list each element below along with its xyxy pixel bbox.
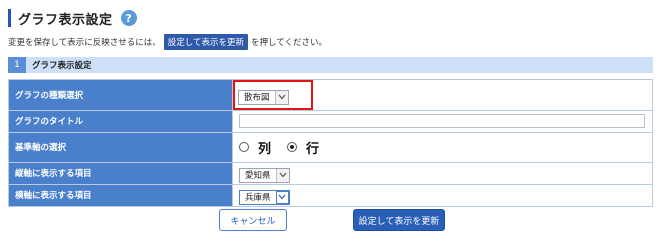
- row-axis-select: 基準軸の選択 列 行: [8, 131, 653, 163]
- vertical-axis-label: 縦軸に表示する項目: [8, 161, 233, 185]
- note-suffix: を押してください。: [251, 38, 327, 48]
- update-display-button[interactable]: 設定して表示を更新: [353, 209, 445, 231]
- row-horizontal-axis: 横軸に表示する項目 兵庫県: [8, 183, 653, 207]
- section-header: 1 グラフ表示設定: [8, 57, 653, 73]
- horizontal-axis-cell: 兵庫県: [232, 183, 653, 207]
- row-graph-title: グラフのタイトル: [8, 109, 653, 133]
- radio-row[interactable]: [287, 142, 298, 152]
- page-header: グラフ表示設定 ?: [8, 8, 308, 28]
- horizontal-axis-label: 横軸に表示する項目: [8, 183, 233, 207]
- graph-type-value: 散布図: [244, 93, 270, 103]
- horizontal-axis-select[interactable]: 兵庫県: [239, 189, 290, 205]
- section-number: 1: [8, 57, 26, 73]
- graph-type-select[interactable]: 散布図: [238, 89, 289, 105]
- graph-type-cell: 散布図: [232, 79, 653, 111]
- section-title: グラフ表示設定: [32, 61, 92, 71]
- radio-row-label[interactable]: 行: [300, 133, 323, 158]
- chevron-down-icon: [274, 90, 288, 104]
- row-graph-type: グラフの種類選択 散布図: [8, 79, 653, 111]
- vertical-axis-value: 愛知県: [245, 171, 271, 182]
- graph-type-label: グラフの種類選択: [8, 79, 233, 111]
- axis-select-label: 基準軸の選択: [8, 131, 233, 163]
- cancel-button[interactable]: キャンセル: [219, 209, 287, 231]
- note-update-chip: 設定して表示を更新: [163, 34, 248, 50]
- chevron-down-icon: [275, 168, 289, 182]
- horizontal-axis-value: 兵庫県: [245, 193, 271, 204]
- vertical-axis-select[interactable]: 愛知県: [239, 167, 290, 183]
- axis-select-cell: 列 行: [232, 131, 653, 163]
- row-vertical-axis: 縦軸に表示する項目 愛知県: [8, 161, 653, 185]
- note-prefix: 変更を保存して表示に反映させるには、: [8, 38, 161, 48]
- settings-form: グラフの種類選択 散布図 グラフのタイトル 基準軸の選択 列 行 縦軸に表示する…: [8, 79, 653, 207]
- instruction-note: 変更を保存して表示に反映させるには、 設定して表示を更新 を押してください。: [8, 34, 327, 50]
- graph-title-input[interactable]: [239, 114, 645, 128]
- vertical-axis-cell: 愛知県: [232, 161, 653, 185]
- graph-title-label: グラフのタイトル: [8, 109, 233, 133]
- axis-radio-group: 列 行: [239, 133, 652, 158]
- graph-title-cell: [232, 109, 653, 133]
- page-title: グラフ表示設定: [18, 12, 113, 28]
- highlight-box: 散布図: [233, 80, 313, 110]
- help-icon[interactable]: ?: [120, 10, 137, 26]
- radio-column[interactable]: [239, 142, 249, 152]
- title-accent-bar: [8, 9, 11, 27]
- chevron-down-icon: [275, 190, 289, 204]
- radio-column-label[interactable]: 列: [251, 133, 275, 158]
